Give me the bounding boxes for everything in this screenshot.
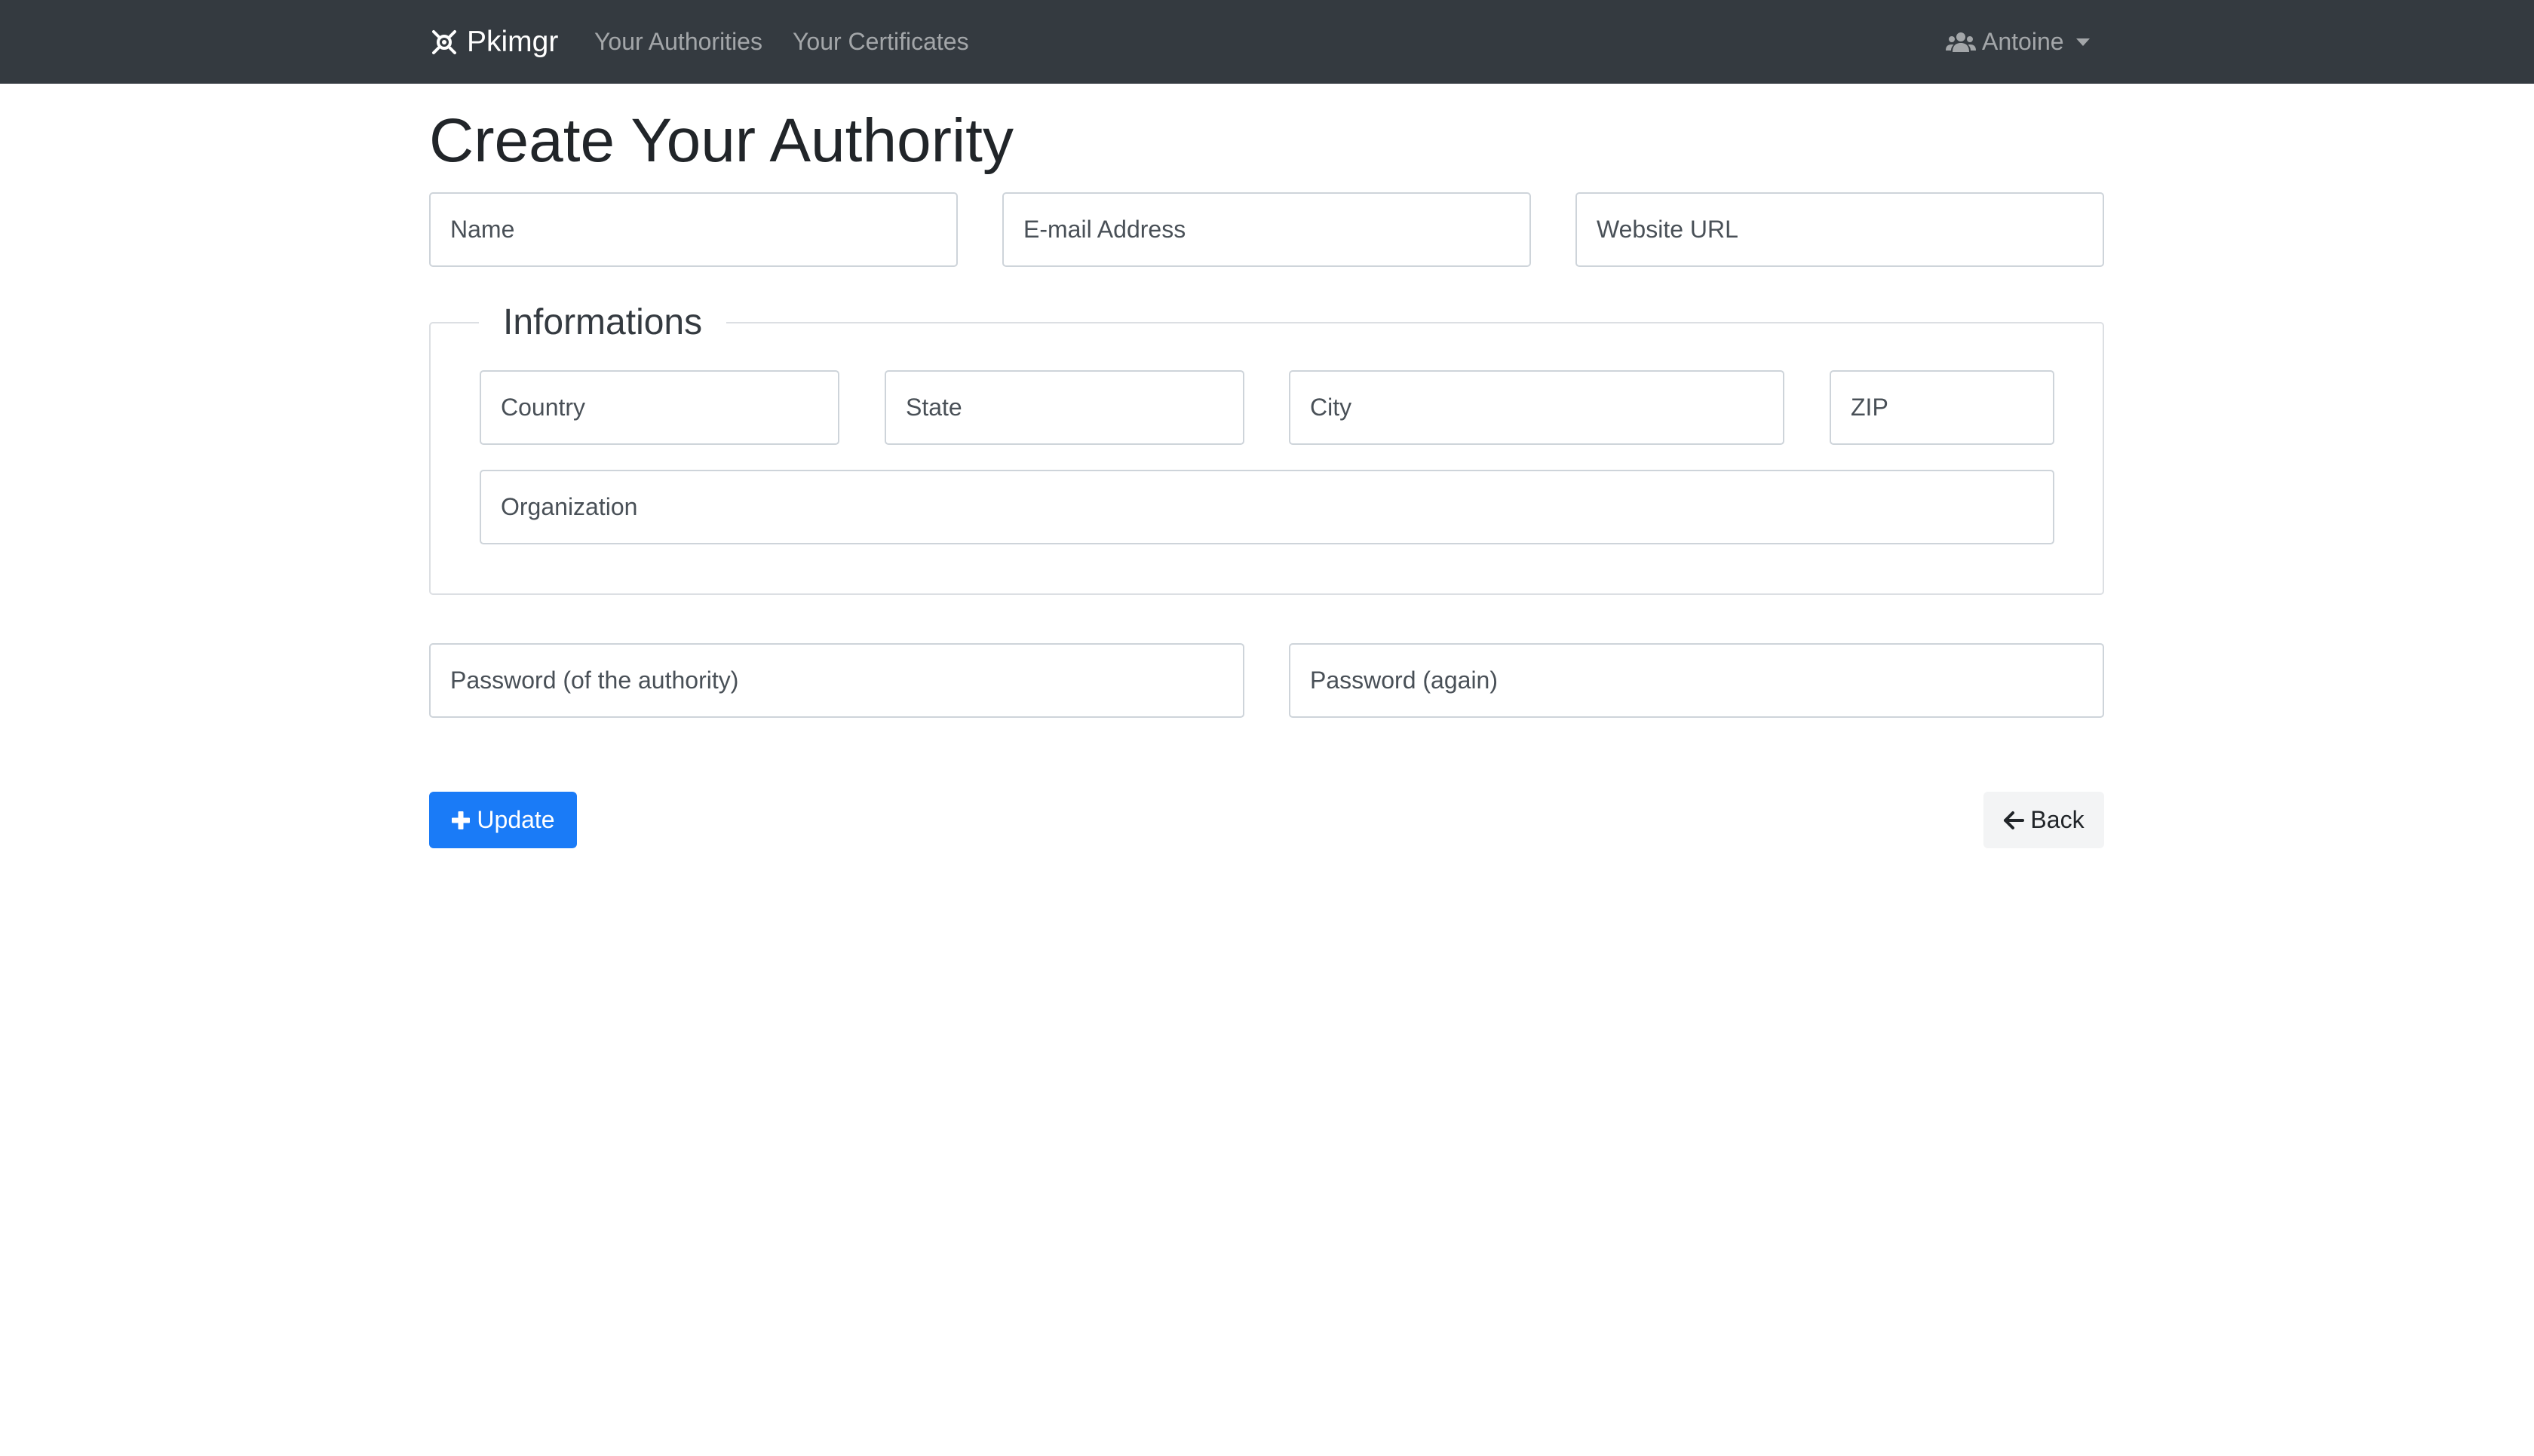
password-again-input[interactable] (1289, 643, 2104, 718)
users-icon (1946, 32, 1976, 52)
website-url-input[interactable] (1575, 192, 2104, 267)
password-input[interactable] (429, 643, 1244, 718)
arrow-left-icon (2004, 811, 2025, 829)
nav-your-certificates[interactable]: Your Certificates (793, 0, 969, 84)
back-button[interactable]: Back (1983, 792, 2104, 848)
email-input[interactable] (1002, 192, 1531, 267)
brand-link[interactable]: Pkimgr (429, 0, 558, 84)
city-input[interactable] (1289, 370, 1784, 445)
user-name: Antoine (1982, 28, 2064, 55)
informations-fieldset: Informations (429, 302, 2104, 595)
state-input[interactable] (885, 370, 1244, 445)
name-input[interactable] (429, 192, 958, 267)
nav-your-authorities[interactable]: Your Authorities (594, 0, 762, 84)
zip-input[interactable] (1830, 370, 2054, 445)
top-navbar: Pkimgr Your Authorities Your Certificate… (0, 0, 2534, 84)
back-button-label: Back (2030, 806, 2085, 833)
brand-name: Pkimgr (467, 25, 559, 58)
country-input[interactable] (480, 370, 839, 445)
plus-icon (452, 811, 471, 829)
caret-down-icon (2075, 38, 2090, 46)
informations-legend: Informations (503, 302, 703, 342)
update-button[interactable]: Update (429, 792, 577, 848)
satellite-icon (432, 29, 456, 54)
update-button-label: Update (477, 806, 555, 833)
organization-input[interactable] (480, 470, 2054, 544)
page-title: Create Your Authority (429, 106, 1014, 175)
user-dropdown[interactable]: Antoine (1946, 0, 2090, 84)
